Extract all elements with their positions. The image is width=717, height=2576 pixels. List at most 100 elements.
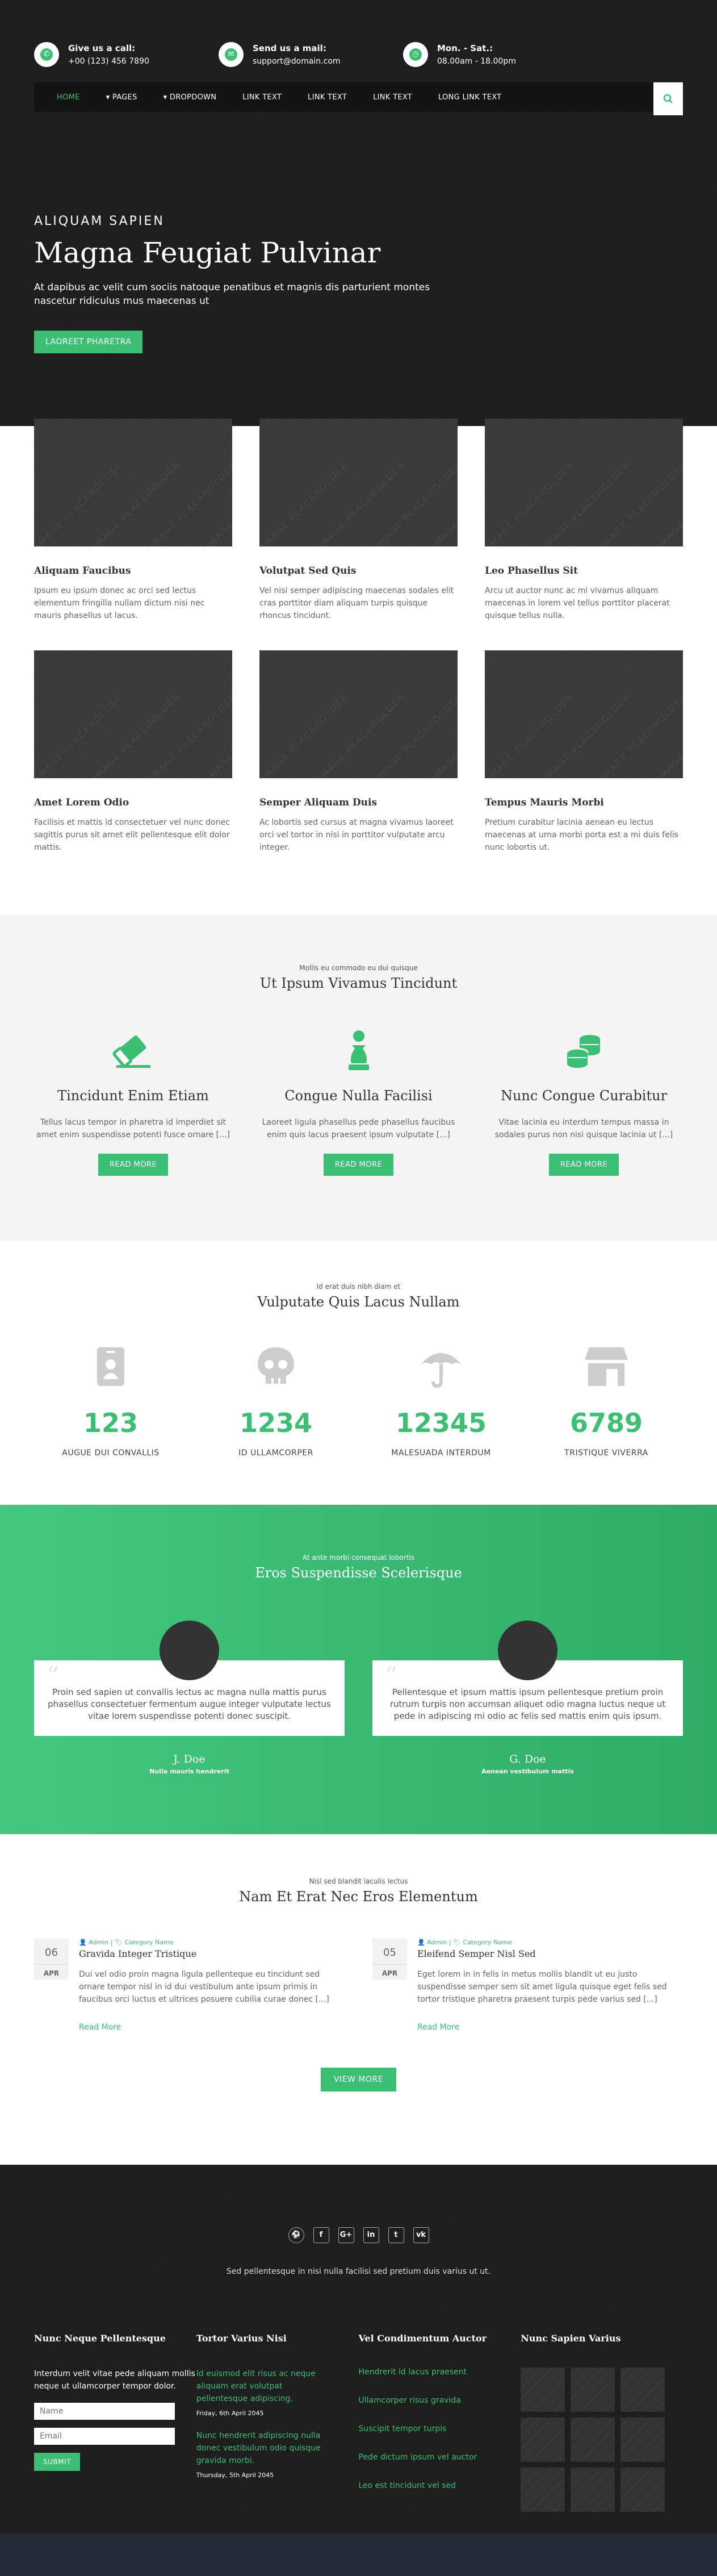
footer-link[interactable]: Ullamcorper risus gravida <box>359 2396 521 2405</box>
service-card: Congue Nulla Facilisi Laoreet ligula pha… <box>259 1025 458 1176</box>
nav-link-2[interactable]: LINK TEXT <box>308 93 347 102</box>
feature-title: Tempus Mauris Morbi <box>485 797 604 808</box>
chess-pawn-icon <box>259 1025 458 1076</box>
testimonial-name: G. Doe <box>509 1753 546 1765</box>
umbrella-icon <box>421 1353 462 1388</box>
email-input[interactable] <box>34 2428 175 2445</box>
submit-button[interactable]: SUBMIT <box>34 2453 80 2471</box>
feature-text: Facilisis et mattis id consectetuer vel … <box>34 818 230 852</box>
facebook-icon[interactable]: f <box>313 2227 329 2243</box>
gallery-thumb[interactable] <box>571 2468 615 2512</box>
twitter-icon[interactable]: t <box>388 2227 404 2243</box>
call-info: ✆ Give us a call: +00 (123) 456 7890 <box>34 26 219 82</box>
post-title[interactable]: Eleifend Semper Nisl Sed <box>417 1948 683 1959</box>
nav-pages[interactable]: ▾ PAGES <box>106 93 137 102</box>
services-kicker: Mollis eu commodo eu dui quisque <box>299 964 418 972</box>
testimonial-role: Nulla mauris hendrerit <box>149 1768 229 1775</box>
feature-title: Amet Lorem Odio <box>34 797 129 808</box>
stat-label: TRISTIQUE VIVERRA <box>564 1448 648 1458</box>
footer-link[interactable]: Pede dictum ipsum vel auctor <box>359 2453 521 2462</box>
main-navigation: HOME ▾ PAGES ▾ DROPDOWN LINK TEXT LINK T… <box>34 82 683 115</box>
stat-item: 6789 TRISTIQUE VIVERRA <box>530 1345 683 1458</box>
footer-tagline: Sed pellentesque in nisi nulla facilisi … <box>226 2267 491 2276</box>
service-text: Tellus lacus tempor in pharetra id imper… <box>36 1118 230 1139</box>
post-excerpt: Dui vel odio proin magna ligula pellente… <box>79 1970 329 2004</box>
feature-card: IMAGE PLACEHOLDER IMAGE PLACEHOLDER IMAGE … <box>259 650 458 854</box>
gallery-thumb[interactable] <box>521 2368 565 2412</box>
hero-cta-button[interactable]: LAOREET PHARETRA <box>34 331 143 353</box>
gallery-thumb[interactable] <box>571 2368 615 2412</box>
stats-section: Id erat duis nibh diam et Vulputate Quis… <box>0 1241 717 1505</box>
testimonial-role: Aenean vestibulum mattis <box>481 1768 574 1775</box>
avatar <box>160 1621 219 1680</box>
gallery-thumb[interactable] <box>620 2418 665 2462</box>
stat-number: 12345 <box>395 1408 487 1438</box>
nav-link-long[interactable]: LONG LINK TEXT <box>438 93 501 102</box>
name-input[interactable] <box>34 2403 175 2420</box>
call-value[interactable]: +00 (123) 456 7890 <box>68 57 149 66</box>
post-month: APR <box>43 1969 60 1977</box>
footer-column-title: Nunc Neque Pellentesque <box>34 2333 166 2344</box>
read-more-button[interactable]: READ MORE <box>548 1154 619 1176</box>
post-meta: 👤 Admin | 🏷 Category Name <box>79 1939 174 1946</box>
avatar <box>498 1621 557 1680</box>
tag-icon: 🏷 <box>114 1939 123 1946</box>
stats-kicker: Id erat duis nibh diam et <box>316 1283 401 1291</box>
nav-link-3[interactable]: LINK TEXT <box>373 93 412 102</box>
skull-icon <box>258 1347 294 1384</box>
features-section: IMAGE PLACEHOLDER IMAGE PLACEHOLDER IMAGE … <box>0 419 717 915</box>
feature-text: Arcu ut auctor nunc ac mi vivamus aliqua… <box>485 586 670 620</box>
nav-link-1[interactable]: LINK TEXT <box>242 93 282 102</box>
google-plus-icon[interactable]: G+ <box>338 2227 354 2243</box>
footer-post-link[interactable]: Nunc hendrerit adipiscing nulla donec ve… <box>196 2429 333 2467</box>
social-links: ⚽ f G+ in t vk <box>0 2227 717 2243</box>
post-category[interactable]: Category Name <box>124 1939 173 1946</box>
services-section: Mollis eu commodo eu dui quisque Ut Ipsu… <box>0 915 717 1241</box>
service-card: Tincidunt Enim Etiam Tellus lacus tempor… <box>34 1025 232 1176</box>
linkedin-icon[interactable]: in <box>363 2227 379 2243</box>
blog-title: Nam Et Erat Nec Eros Elementum <box>239 1889 478 1905</box>
gallery-thumb[interactable] <box>521 2418 565 2462</box>
read-more-link[interactable]: Read More <box>417 2023 683 2032</box>
feature-card: IMAGE PLACEHOLDER IMAGE PLACEHOLDER IMAGE … <box>259 419 458 622</box>
store-icon <box>585 1347 628 1386</box>
stat-item: 123 AUGUE DUI CONVALLIS <box>34 1345 187 1458</box>
footer-link[interactable]: Leo est tincidunt vel sed <box>359 2481 521 2490</box>
footer-link[interactable]: Hendrerit id lacus praesent <box>359 2368 521 2377</box>
gallery-thumb[interactable] <box>620 2368 665 2412</box>
id-badge-icon <box>97 1347 124 1386</box>
footer-post-date: Thursday, 5th April 2045 <box>196 2471 274 2479</box>
footer-link[interactable]: Suscipit tempor turpis <box>359 2424 521 2433</box>
hero-section: ✆ Give us a call: +00 (123) 456 7890 ✉ Se… <box>0 0 717 426</box>
post-author[interactable]: Admin <box>427 1939 447 1946</box>
feature-text: Pretium curabitur lacinia aenean eu lect… <box>485 818 678 852</box>
read-more-button[interactable]: READ MORE <box>323 1154 394 1176</box>
service-text: Vitae lacinia eu interdum tempus massa i… <box>494 1118 673 1139</box>
service-card: Nunc Congue Curabitur Vitae lacinia eu i… <box>485 1025 683 1176</box>
post-author[interactable]: Admin <box>89 1939 108 1946</box>
nav-home[interactable]: HOME <box>57 93 80 102</box>
footer-recent-posts: Tortor Varius Nisi Id euismod elit risus… <box>196 2333 359 2512</box>
search-button[interactable] <box>653 82 683 115</box>
feature-card: IMAGE PLACEHOLDER IMAGE PLACEHOLDER IMAGE … <box>34 419 232 622</box>
read-more-button[interactable]: READ MORE <box>98 1154 169 1176</box>
read-more-link[interactable]: Read More <box>79 2023 345 2032</box>
nav-dropdown[interactable]: ▾ DROPDOWN <box>163 93 217 102</box>
vk-icon[interactable]: vk <box>413 2227 429 2243</box>
testimonial-name: J. Doe <box>173 1753 206 1765</box>
image-placeholder: IMAGE PLACEHOLDER IMAGE PLACEHOLDER IMAGE … <box>485 650 683 778</box>
view-more-button[interactable]: VIEW MORE <box>320 2068 397 2091</box>
image-placeholder: IMAGE PLACEHOLDER IMAGE PLACEHOLDER IMAGE … <box>485 419 683 546</box>
image-placeholder: IMAGE PLACEHOLDER IMAGE PLACEHOLDER IMAGE … <box>259 650 458 778</box>
mail-value[interactable]: support@domain.com <box>253 57 341 66</box>
post-title[interactable]: Gravida Integer Tristique <box>79 1948 345 1959</box>
feature-card: IMAGE PLACEHOLDER IMAGE PLACEHOLDER IMAGE … <box>34 650 232 854</box>
gallery-thumb[interactable] <box>620 2468 665 2512</box>
testimonial-card: “ Proin sed sapien ut convallis lectus a… <box>34 1621 345 1775</box>
gallery-thumb[interactable] <box>571 2418 615 2462</box>
gallery-thumb[interactable] <box>521 2468 565 2512</box>
stat-item: 12345 MALESUADA INTERDUM <box>364 1345 518 1458</box>
dribbble-icon[interactable]: ⚽ <box>288 2227 304 2243</box>
footer-post-link[interactable]: Id euismod elit risus ac neque aliquam e… <box>196 2368 333 2405</box>
post-category[interactable]: Category Name <box>463 1939 511 1946</box>
